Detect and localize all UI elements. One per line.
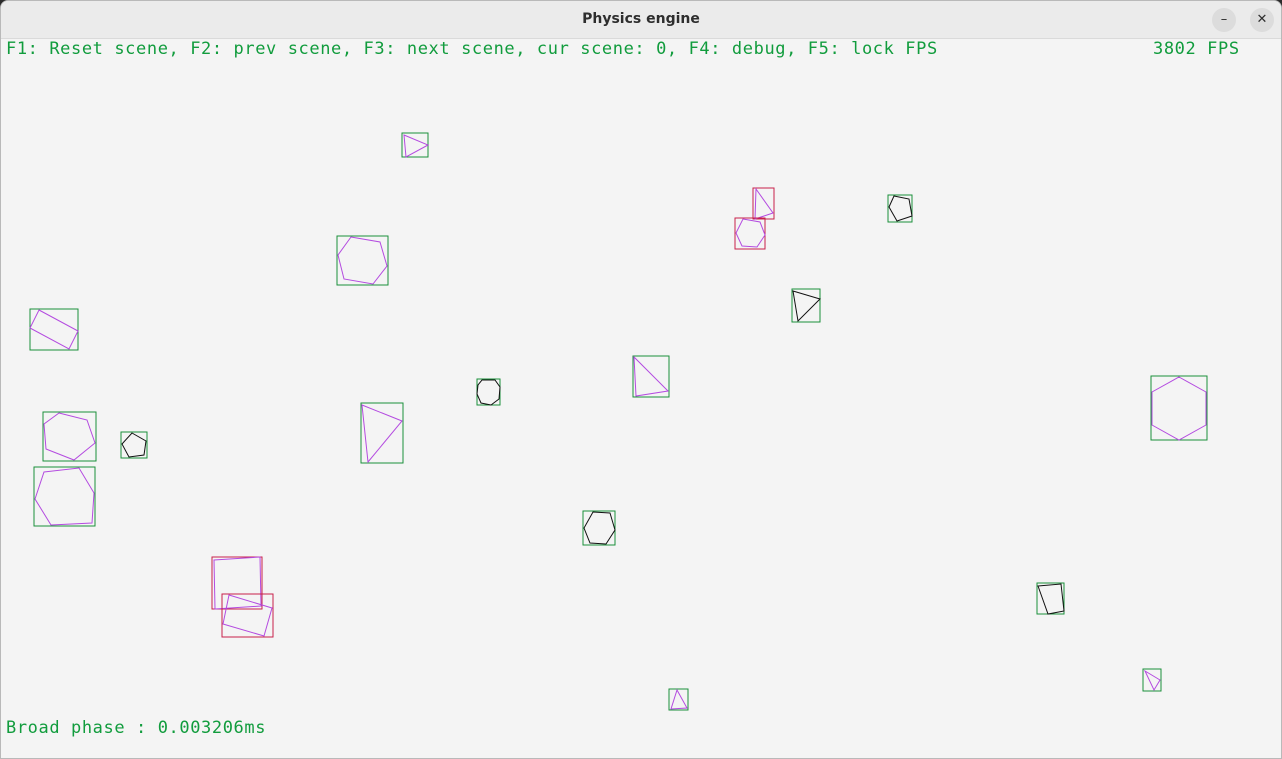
body-shape: [213, 556, 262, 610]
body-4: [887, 194, 913, 223]
body-shape: [476, 379, 501, 406]
body-shape: [29, 309, 79, 350]
body-3: [734, 217, 766, 250]
body-20: [668, 688, 689, 711]
fps-counter: 3802 FPS: [1153, 39, 1240, 59]
broad-phase-timing: Broad phase : 0.003206ms: [6, 718, 267, 738]
body-18: [1036, 582, 1065, 615]
aabb-box: [120, 431, 148, 459]
body-19: [1142, 668, 1162, 692]
body-8: [632, 355, 670, 398]
app-window: Physics engine – ✕ F1: Reset scene, F2: …: [0, 0, 1282, 759]
aabb-box: [791, 288, 821, 323]
aabb-box: [582, 510, 616, 546]
body-9: [476, 378, 501, 406]
body-shape: [361, 404, 403, 464]
scene-svg: [29, 132, 1208, 711]
body-1: [401, 132, 430, 158]
window-title: Physics engine: [582, 11, 700, 27]
body-shape: [43, 412, 96, 461]
body-shape: [888, 195, 913, 222]
aabb-box: [1036, 582, 1065, 615]
body-shape: [1151, 376, 1207, 441]
body-13: [120, 431, 148, 459]
body-shape: [670, 688, 688, 710]
body-14: [33, 466, 96, 527]
body-shape: [222, 594, 273, 637]
body-10: [1150, 375, 1208, 441]
body-shape: [754, 187, 774, 220]
body-15: [582, 510, 616, 546]
aabb-box: [1150, 375, 1208, 441]
body-shape: [792, 290, 821, 323]
title-bar[interactable]: Physics engine – ✕: [1, 1, 1281, 39]
physics-canvas[interactable]: F1: Reset scene, F2: prev scene, F3: nex…: [1, 39, 1281, 758]
body-shape: [735, 218, 766, 248]
body-12: [42, 411, 97, 462]
aabb-box: [632, 355, 670, 398]
body-6: [791, 288, 821, 323]
body-5: [336, 235, 389, 286]
body-shape: [337, 236, 388, 285]
controls-help-text: F1: Reset scene, F2: prev scene, F3: nex…: [6, 39, 938, 59]
body-11: [360, 402, 404, 464]
body-shape: [34, 467, 95, 526]
minimize-button[interactable]: –: [1212, 8, 1236, 32]
body-2: [752, 187, 775, 220]
body-7: [29, 308, 79, 351]
body-shape: [1037, 583, 1065, 615]
close-button[interactable]: ✕: [1250, 8, 1274, 32]
aabb-box: [29, 308, 79, 351]
body-shape: [633, 355, 670, 397]
body-shape: [1143, 669, 1161, 692]
body-shape: [403, 134, 430, 158]
aabb-box: [211, 556, 263, 610]
body-16: [211, 556, 263, 610]
body-shape: [583, 511, 616, 545]
body-17: [221, 593, 274, 638]
body-shape: [121, 432, 147, 458]
